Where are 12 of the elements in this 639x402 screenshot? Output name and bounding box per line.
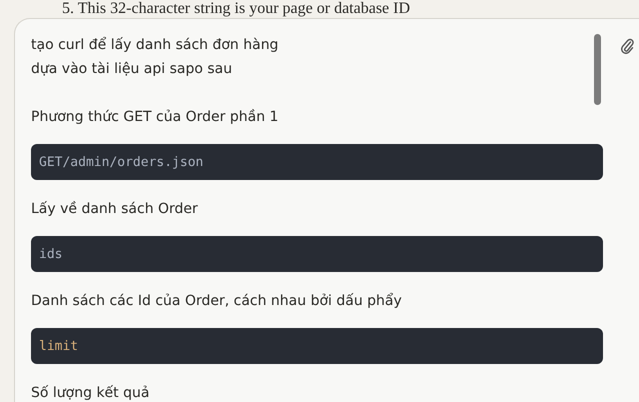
code-text: GET/admin/orders.json — [39, 154, 204, 170]
message-text: Số lượng kết quả — [31, 384, 150, 402]
message-text: Lấy về danh sách Order — [31, 200, 198, 219]
code-text: ids — [39, 246, 62, 262]
document-text: 5. This 32-character string is your page or database ID — [61, 0, 412, 18]
paperclip-icon[interactable] — [620, 36, 634, 54]
message-input-panel[interactable] — [14, 18, 639, 402]
message-text: tạo curl để lấy danh sách đơn hàng dựa vào tài liệu api sapo sau — [31, 36, 278, 79]
message-text: Danh sách các Id của Order, cách nhau bởi dấu phẩy — [31, 292, 402, 311]
code-text: limit — [39, 338, 78, 354]
scrollbar-thumb[interactable] — [594, 34, 601, 105]
message-text: Phương thức GET của Order phần 1 — [31, 108, 278, 127]
